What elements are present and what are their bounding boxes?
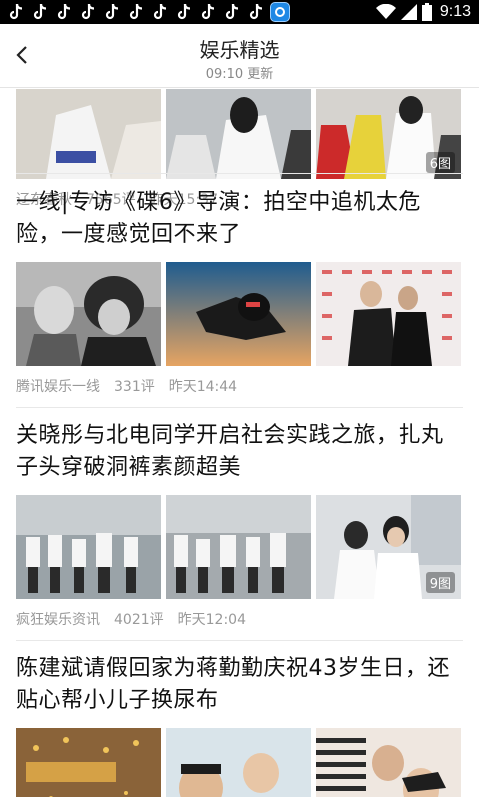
update-time: 09:10 更新 [205,67,274,82]
news-thumbnail[interactable] [16,89,161,179]
divider [16,173,463,174]
app-icon [270,2,290,22]
publish-time: 昨天12:04 [177,612,246,628]
news-thumbnail[interactable]: 9图 [316,495,461,599]
tiktok-icon [54,2,74,22]
publish-time: 昨天14:44 [168,379,238,395]
news-thumbnail[interactable] [16,495,161,599]
tiktok-icon [174,2,194,22]
article-title[interactable]: 陈建斌请假回家为蒋勤勤庆祝43岁生日，还贴心帮小儿子换尿布 [16,653,463,717]
image-row[interactable]: 9图 [16,495,463,599]
news-thumbnail[interactable] [316,728,461,797]
news-thumbnail[interactable] [166,728,311,797]
signal-icon [400,4,417,20]
article-title[interactable]: 一线|专访《碟6》导演：拍空中追机太危险，一度感觉回不来了 [16,187,463,251]
app-header: 娱乐精选 09:10 更新 [0,24,479,88]
news-feed[interactable]: 6图 辽东春秋 7565评 昨天15:37 一线|专访《碟6》导演：拍空中追机太… [0,89,479,797]
news-thumbnail[interactable] [166,89,311,179]
tiktok-icon [222,2,242,22]
status-bar: 9:13 [0,0,479,24]
news-thumbnail[interactable]: 6图 [316,89,461,179]
tiktok-icon [150,2,170,22]
wifi-icon [375,4,396,19]
news-thumbnail[interactable] [316,262,461,366]
divider [16,407,463,408]
image-count-badge: 9图 [425,572,455,593]
article-title[interactable]: 关晓彤与北电同学开启社会实践之旅，扎丸子头穿破洞裤素颜超美 [16,420,463,484]
tiktok-icon [198,2,218,22]
page-title: 娱乐精选 [199,38,280,62]
battery-icon [421,3,432,21]
source-name: 疯狂娱乐资讯 [16,612,100,628]
tiktok-icon [78,2,98,22]
image-row[interactable]: 6图 [16,89,463,179]
news-thumbnail[interactable] [16,728,161,797]
notification-icons [6,2,290,22]
news-thumbnail[interactable] [16,262,161,366]
article-meta: 腾讯娱乐一线 331评 昨天14:44 [16,376,463,396]
image-count-badge: 6图 [425,152,455,173]
clock: 9:13 [439,3,471,20]
image-row[interactable] [16,262,463,366]
system-icons: 9:13 [375,2,471,22]
tiktok-icon [30,2,50,22]
comment-count: 331评 [114,379,155,395]
article-meta: 疯狂娱乐资讯 4021评 昨天12:04 [16,609,463,629]
news-item[interactable]: 关晓彤与北电同学开启社会实践之旅，扎丸子头穿破洞裤素颜超美 9图 疯狂娱乐资讯 … [16,420,463,629]
tiktok-icon [6,2,26,22]
news-item[interactable]: 一线|专访《碟6》导演：拍空中追机太危险，一度感觉回不来了 腾讯娱乐一线 331… [16,187,463,396]
source-name: 腾讯娱乐一线 [16,379,100,395]
divider [16,640,463,641]
tiktok-icon [102,2,122,22]
tiktok-icon [246,2,266,22]
comment-count: 4021评 [114,612,164,628]
image-row[interactable] [16,728,463,797]
news-item[interactable]: 陈建斌请假回家为蒋勤勤庆祝43岁生日，还贴心帮小儿子换尿布 [16,653,463,797]
news-thumbnail[interactable] [166,495,311,599]
tiktok-icon [126,2,146,22]
news-thumbnail[interactable] [166,262,311,366]
